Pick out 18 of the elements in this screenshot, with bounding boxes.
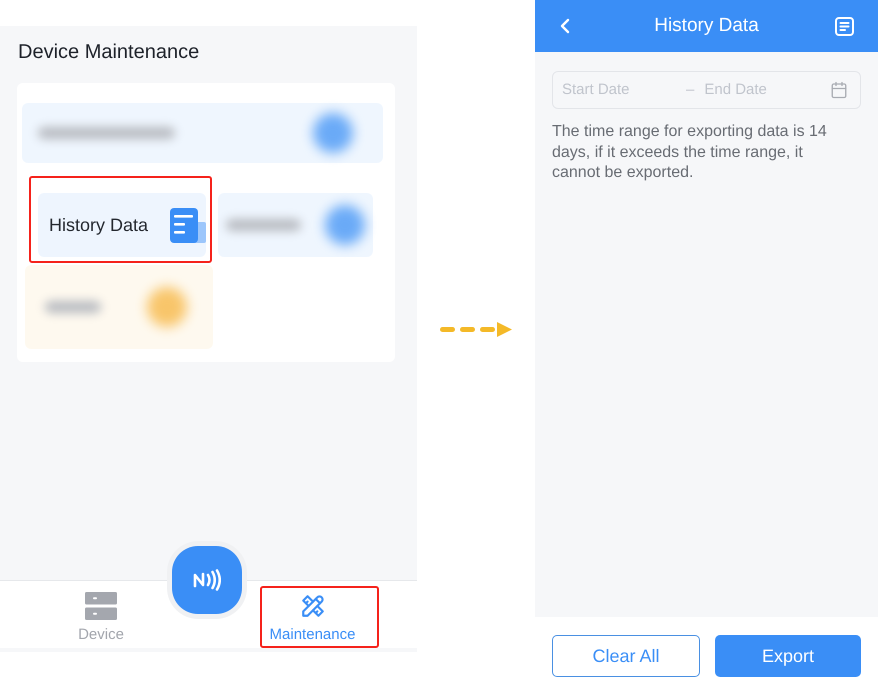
- dashed-arrow: [440, 322, 512, 337]
- export-button[interactable]: Export: [715, 635, 861, 677]
- nfc-icon: [193, 569, 221, 591]
- clear-button[interactable]: Clear All: [552, 635, 700, 677]
- header-title: History Data: [653, 14, 760, 38]
- document-icon: [170, 208, 206, 242]
- tab[interactable]: Maintenance: [262, 588, 376, 646]
- tab[interactable]: Device: [50, 588, 165, 646]
- menu-tile[interactable]: History Data: [38, 193, 206, 257]
- server-icon: [85, 592, 117, 620]
- export-note: The time range for exporting data is 14 days, if it exceeds the time range, it cannot be exported.: [552, 122, 828, 183]
- nfc-button[interactable]: [172, 546, 242, 614]
- page-title: Device Maintenance: [17, 40, 200, 64]
- tools-icon: [300, 593, 326, 619]
- blurred-text-bar: [45, 301, 101, 313]
- document-icon[interactable]: [835, 16, 854, 36]
- date-separator: –: [686, 80, 694, 100]
- calendar-icon[interactable]: [830, 81, 848, 99]
